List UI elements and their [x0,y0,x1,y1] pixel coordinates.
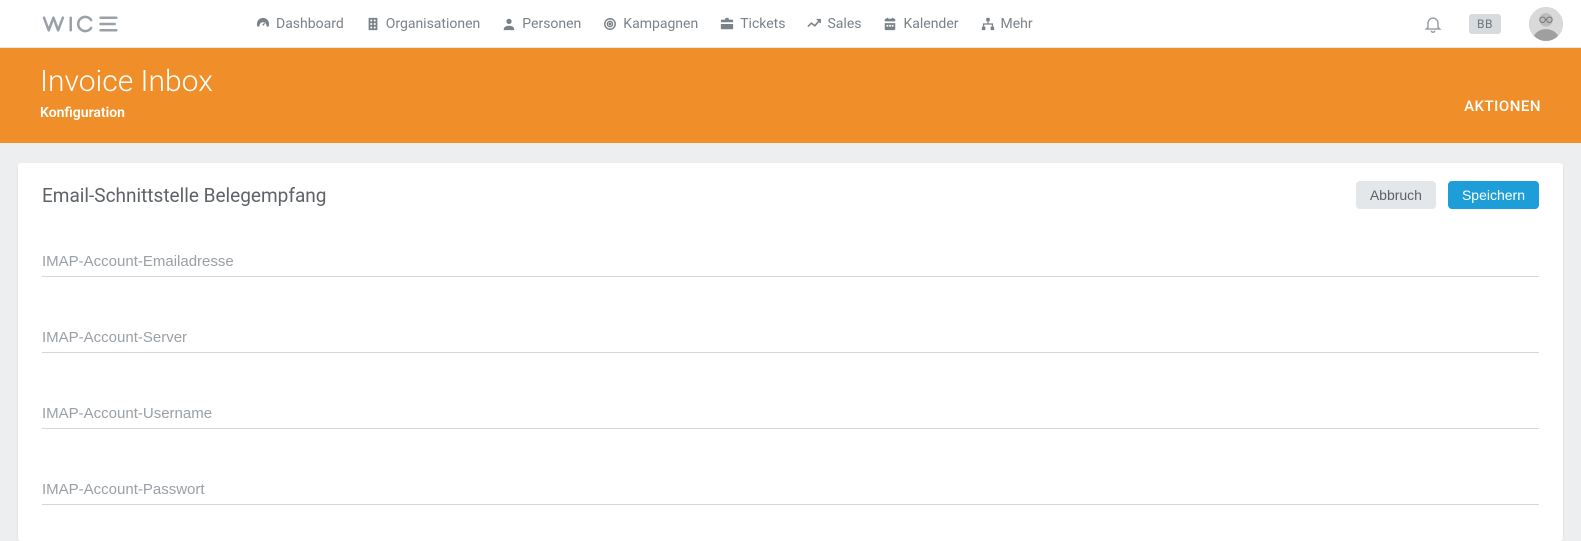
nav-tickets-label: Tickets [740,16,785,32]
imap-password-input[interactable] [42,475,1539,505]
nav-sales-label: Sales [827,16,861,32]
target-icon [603,17,617,31]
building-icon [366,17,380,31]
nav-mehr-label: Mehr [1001,16,1033,32]
config-card: Email-Schnittstelle Belegempfang Abbruch… [18,163,1563,541]
nav-sales[interactable]: Sales [807,16,861,32]
card-title: Email-Schnittstelle Belegempfang [42,184,326,207]
nav-kalender-label: Kalender [903,16,958,32]
user-badge[interactable]: BB [1469,14,1501,34]
brand-logo[interactable] [40,13,136,35]
save-button[interactable]: Speichern [1448,181,1539,209]
page-header: Invoice Inbox Konfiguration AKTIONEN [0,48,1581,143]
briefcase-icon [720,17,734,31]
sitemap-icon [981,17,995,31]
user-icon [502,17,516,31]
chart-icon [807,17,821,31]
nav-mehr[interactable]: Mehr [981,16,1033,32]
nav-dashboard[interactable]: Dashboard [256,16,344,32]
nav-personen-label: Personen [522,16,581,32]
top-nav: Dashboard Organisationen Personen Kampag… [0,0,1581,48]
nav-kampagnen-label: Kampagnen [623,16,698,32]
imap-server-input[interactable] [42,323,1539,353]
page-subtitle: Konfiguration [40,105,213,121]
nav-kalender[interactable]: Kalender [883,16,958,32]
avatar[interactable] [1529,7,1563,41]
actions-menu[interactable]: AKTIONEN [1464,97,1541,115]
dashboard-icon [256,17,270,31]
nav-kampagnen[interactable]: Kampagnen [603,16,698,32]
bell-icon[interactable] [1423,14,1443,34]
imap-email-input[interactable] [42,247,1539,277]
nav-personen[interactable]: Personen [502,16,581,32]
nav-organisationen[interactable]: Organisationen [366,16,481,32]
nav-dashboard-label: Dashboard [276,16,344,32]
imap-username-input[interactable] [42,399,1539,429]
nav-organisationen-label: Organisationen [386,16,481,32]
main-nav: Dashboard Organisationen Personen Kampag… [256,16,1033,32]
cancel-button[interactable]: Abbruch [1356,181,1436,209]
nav-tickets[interactable]: Tickets [720,16,785,32]
calendar-icon [883,17,897,31]
page-title: Invoice Inbox [40,64,213,99]
